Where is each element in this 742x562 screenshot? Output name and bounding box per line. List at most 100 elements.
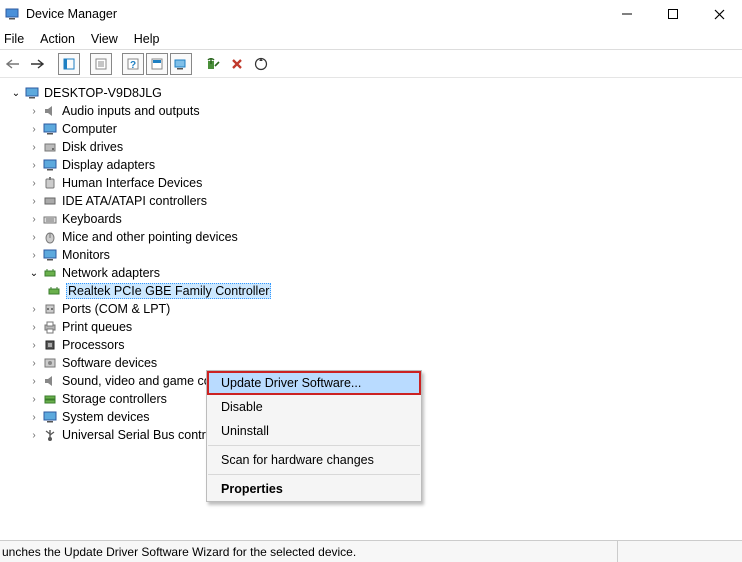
chevron-right-icon[interactable]: › [28, 213, 40, 225]
hid-icon [42, 175, 58, 191]
tree-label: Network adapters [62, 266, 160, 280]
display-icon [42, 157, 58, 173]
system-icon [42, 409, 58, 425]
tree-audio[interactable]: › Audio inputs and outputs [0, 102, 742, 120]
chevron-right-icon[interactable]: › [28, 357, 40, 369]
computer-icon [42, 121, 58, 137]
status-divider [617, 541, 618, 562]
chevron-right-icon[interactable]: › [28, 123, 40, 135]
tree-print[interactable]: › Print queues [0, 318, 742, 336]
status-bar: unches the Update Driver Software Wizard… [0, 540, 742, 562]
tree-label: Print queues [62, 320, 132, 334]
tree-realtek[interactable]: Realtek PCIe GBE Family Controller [0, 282, 742, 300]
chevron-right-icon[interactable]: › [28, 159, 40, 171]
tree-label: Software devices [62, 356, 157, 370]
tree-mice[interactable]: › Mice and other pointing devices [0, 228, 742, 246]
minimize-button[interactable] [604, 0, 650, 28]
chevron-right-icon[interactable]: › [28, 249, 40, 261]
chevron-right-icon[interactable]: › [28, 429, 40, 441]
usb-icon [42, 427, 58, 443]
disk-icon [42, 139, 58, 155]
speaker-icon [42, 103, 58, 119]
close-button[interactable] [696, 0, 742, 28]
toolbar-enable-button[interactable] [202, 53, 224, 75]
ctx-scan[interactable]: Scan for hardware changes [207, 448, 421, 472]
toolbar-show-hide-button[interactable] [58, 53, 80, 75]
storage-icon [42, 391, 58, 407]
chevron-right-icon[interactable]: › [28, 339, 40, 351]
tree-display[interactable]: › Display adapters [0, 156, 742, 174]
tree-computer[interactable]: › Computer [0, 120, 742, 138]
toolbar-forward-button[interactable] [26, 53, 48, 75]
chevron-right-icon[interactable]: › [28, 105, 40, 117]
network-icon [42, 265, 58, 281]
tree-hid[interactable]: › Human Interface Devices [0, 174, 742, 192]
device-tree[interactable]: ⌄ DESKTOP-V9D8JLG › Audio inputs and out… [0, 78, 742, 518]
chevron-right-icon[interactable]: › [28, 303, 40, 315]
ctx-properties[interactable]: Properties [207, 477, 421, 501]
tree-ide[interactable]: › IDE ATA/ATAPI controllers [0, 192, 742, 210]
monitor-icon [42, 247, 58, 263]
menu-bar: File Action View Help [0, 28, 742, 50]
chevron-right-icon[interactable]: › [28, 141, 40, 153]
chevron-right-icon[interactable]: › [28, 411, 40, 423]
computer-icon [24, 85, 40, 101]
toolbar-uninstall-button[interactable] [226, 53, 248, 75]
toolbar-scan-button[interactable] [250, 53, 272, 75]
ctx-separator [208, 474, 420, 475]
tree-label: Display adapters [62, 158, 155, 172]
chevron-right-icon[interactable]: › [28, 393, 40, 405]
ctx-uninstall[interactable]: Uninstall [207, 419, 421, 443]
tree-label: Keyboards [62, 212, 122, 226]
toolbar-update-driver-button[interactable] [170, 53, 192, 75]
chevron-right-icon[interactable]: › [28, 321, 40, 333]
tree-network[interactable]: ⌄ Network adapters [0, 264, 742, 282]
svg-text:?: ? [130, 60, 136, 70]
toolbar-properties-button[interactable] [90, 53, 112, 75]
tree-label: Realtek PCIe GBE Family Controller [66, 283, 271, 299]
tree-label: Processors [62, 338, 125, 352]
tree-ports[interactable]: › Ports (COM & LPT) [0, 300, 742, 318]
tree-root-label: DESKTOP-V9D8JLG [44, 86, 162, 100]
toolbar: ? [0, 50, 742, 78]
toolbar-help-button[interactable]: ? [122, 53, 144, 75]
network-adapter-icon [46, 283, 62, 299]
ports-icon [42, 301, 58, 317]
tree-processors[interactable]: › Processors [0, 336, 742, 354]
tree-label: System devices [62, 410, 150, 424]
tree-keyboards[interactable]: › Keyboards [0, 210, 742, 228]
tree-label: Ports (COM & LPT) [62, 302, 170, 316]
title-bar: Device Manager [0, 0, 742, 28]
tree-label: IDE ATA/ATAPI controllers [62, 194, 207, 208]
printer-icon [42, 319, 58, 335]
menu-file[interactable]: File [4, 32, 24, 46]
keyboard-icon [42, 211, 58, 227]
window-controls [604, 0, 742, 28]
ctx-update-driver[interactable]: Update Driver Software... [207, 371, 421, 395]
sound-icon [42, 373, 58, 389]
menu-help[interactable]: Help [134, 32, 160, 46]
app-icon [4, 6, 20, 22]
tree-root[interactable]: ⌄ DESKTOP-V9D8JLG [0, 84, 742, 102]
chevron-right-icon[interactable]: › [28, 177, 40, 189]
menu-view[interactable]: View [91, 32, 118, 46]
chevron-right-icon[interactable]: › [28, 195, 40, 207]
context-menu: Update Driver Software... Disable Uninst… [206, 370, 422, 502]
software-icon [42, 355, 58, 371]
chevron-down-icon[interactable]: ⌄ [28, 267, 40, 279]
mouse-icon [42, 229, 58, 245]
menu-action[interactable]: Action [40, 32, 75, 46]
tree-disk[interactable]: › Disk drives [0, 138, 742, 156]
chevron-right-icon[interactable]: › [28, 231, 40, 243]
toolbar-back-button[interactable] [2, 53, 24, 75]
tree-label: Monitors [62, 248, 110, 262]
window-title: Device Manager [26, 7, 604, 21]
chevron-right-icon[interactable]: › [28, 375, 40, 387]
tree-monitors[interactable]: › Monitors [0, 246, 742, 264]
chevron-down-icon[interactable]: ⌄ [10, 87, 22, 99]
toolbar-button-5[interactable] [146, 53, 168, 75]
tree-label: Computer [62, 122, 117, 136]
status-text: unches the Update Driver Software Wizard… [2, 545, 613, 559]
ctx-disable[interactable]: Disable [207, 395, 421, 419]
maximize-button[interactable] [650, 0, 696, 28]
